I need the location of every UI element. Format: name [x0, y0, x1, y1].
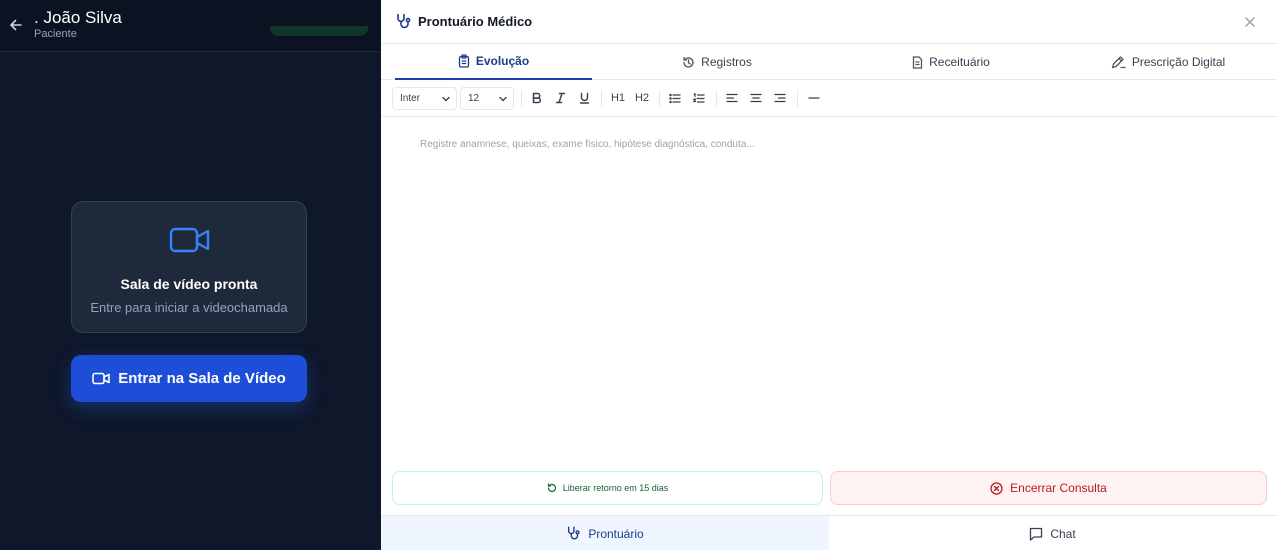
tab-registros[interactable]: Registros: [592, 44, 842, 80]
chat-icon: [1030, 527, 1043, 541]
toolbar-divider: [659, 90, 660, 107]
clipboard-icon: [458, 54, 469, 68]
enter-video-room-button[interactable]: Entrar na Sala de Vídeo: [71, 355, 307, 402]
close-icon[interactable]: [1243, 15, 1257, 29]
patient-role: Paciente: [34, 28, 77, 40]
bold-icon: [532, 92, 541, 104]
record-header: Prontuário Médico: [381, 0, 1276, 44]
tab-label: Evolução: [475, 54, 530, 68]
heading2-label: H2: [634, 92, 650, 104]
align-left-button[interactable]: [723, 89, 741, 107]
italic-button[interactable]: [551, 89, 569, 107]
align-right-button[interactable]: [771, 89, 789, 107]
tab-label: Registros: [701, 55, 752, 69]
align-left-icon: [726, 93, 738, 103]
x-circle-icon: [990, 481, 1003, 495]
status-indicator: [270, 26, 368, 36]
font-size-value: 12: [468, 93, 480, 104]
video-camera-icon: [92, 372, 111, 385]
pen-icon: [1111, 55, 1126, 68]
history-icon: [683, 56, 694, 68]
file-text-icon: [912, 55, 923, 69]
stethoscope-icon: [568, 526, 580, 540]
toolbar-divider: [797, 90, 798, 107]
editor-placeholder: Registre anamnese, queixas, exame físico…: [420, 139, 755, 150]
font-family-select[interactable]: Inter: [392, 87, 457, 110]
bottom-tabs: Prontuário Chat: [381, 515, 1276, 550]
underline-icon: [579, 92, 589, 104]
bullet-list-icon: [669, 93, 681, 103]
heading1-label: H1: [610, 92, 626, 104]
record-tabs: Evolução Registros Receituário Prescriçã…: [381, 44, 1276, 80]
tab-label: Prescrição Digital: [1131, 55, 1226, 69]
horizontal-rule-icon: [808, 97, 820, 99]
bullet-list-button[interactable]: [666, 89, 684, 107]
video-camera-icon: [169, 227, 210, 253]
patient-name: . João Silva: [34, 8, 122, 27]
tab-label: Receituário: [929, 55, 990, 69]
underline-button[interactable]: [575, 89, 593, 107]
chevron-down-icon: [499, 96, 507, 102]
italic-icon: [555, 92, 565, 104]
ordered-list-button[interactable]: [690, 89, 708, 107]
video-room-card: Sala de vídeo pronta Entre para iniciar …: [71, 201, 307, 333]
tab-prontuario[interactable]: Prontuário: [381, 516, 829, 550]
tab-chat[interactable]: Chat: [829, 516, 1276, 550]
release-return-label: Liberar retorno em 15 dias: [562, 483, 669, 493]
align-center-button[interactable]: [747, 89, 765, 107]
align-center-icon: [750, 93, 762, 103]
tab-evolucao[interactable]: Evolução: [395, 44, 592, 80]
tab-receituario[interactable]: Receituário: [842, 44, 1060, 80]
video-card-subtitle: Entre para iniciar a videochamada: [90, 300, 288, 315]
align-right-icon: [774, 93, 786, 103]
heading1-button[interactable]: H1: [609, 89, 627, 107]
editor-toolbar: Inter 12 H1 H2: [381, 80, 1276, 117]
arrow-left-icon: [10, 19, 22, 31]
horizontal-rule-button[interactable]: [805, 89, 823, 107]
heading2-button[interactable]: H2: [633, 89, 651, 107]
medical-record-panel: Prontuário Médico Evolução Registros Rec…: [381, 0, 1276, 550]
stethoscope-icon: [397, 13, 411, 29]
font-family-value: Inter: [400, 93, 421, 104]
chevron-down-icon: [442, 96, 450, 102]
toolbar-divider: [521, 90, 522, 107]
ordered-list-icon: [693, 92, 705, 103]
font-size-select[interactable]: 12: [460, 87, 514, 110]
tab-prescricao-digital[interactable]: Prescrição Digital: [1060, 44, 1276, 80]
end-consultation-button[interactable]: Encerrar Consulta: [830, 471, 1267, 505]
toolbar-divider: [601, 90, 602, 107]
rotate-ccw-icon: [547, 483, 556, 493]
back-button[interactable]: [6, 14, 26, 36]
tab-label: Chat: [1050, 526, 1076, 541]
clinical-notes-editor[interactable]: Registre anamnese, queixas, exame físico…: [381, 117, 1276, 461]
end-consultation-label: Encerrar Consulta: [1010, 481, 1107, 495]
record-title: Prontuário Médico: [418, 14, 533, 29]
video-panel: . João Silva Paciente Sala de vídeo pron…: [0, 0, 381, 550]
patient-header: . João Silva Paciente: [0, 0, 381, 52]
tab-label: Prontuário: [588, 526, 644, 541]
video-card-title: Sala de vídeo pronta: [120, 276, 258, 292]
toolbar-divider: [716, 90, 717, 107]
release-return-button[interactable]: Liberar retorno em 15 dias: [392, 471, 823, 505]
enter-video-room-label: Entrar na Sala de Vídeo: [118, 370, 286, 387]
bold-button[interactable]: [527, 89, 545, 107]
